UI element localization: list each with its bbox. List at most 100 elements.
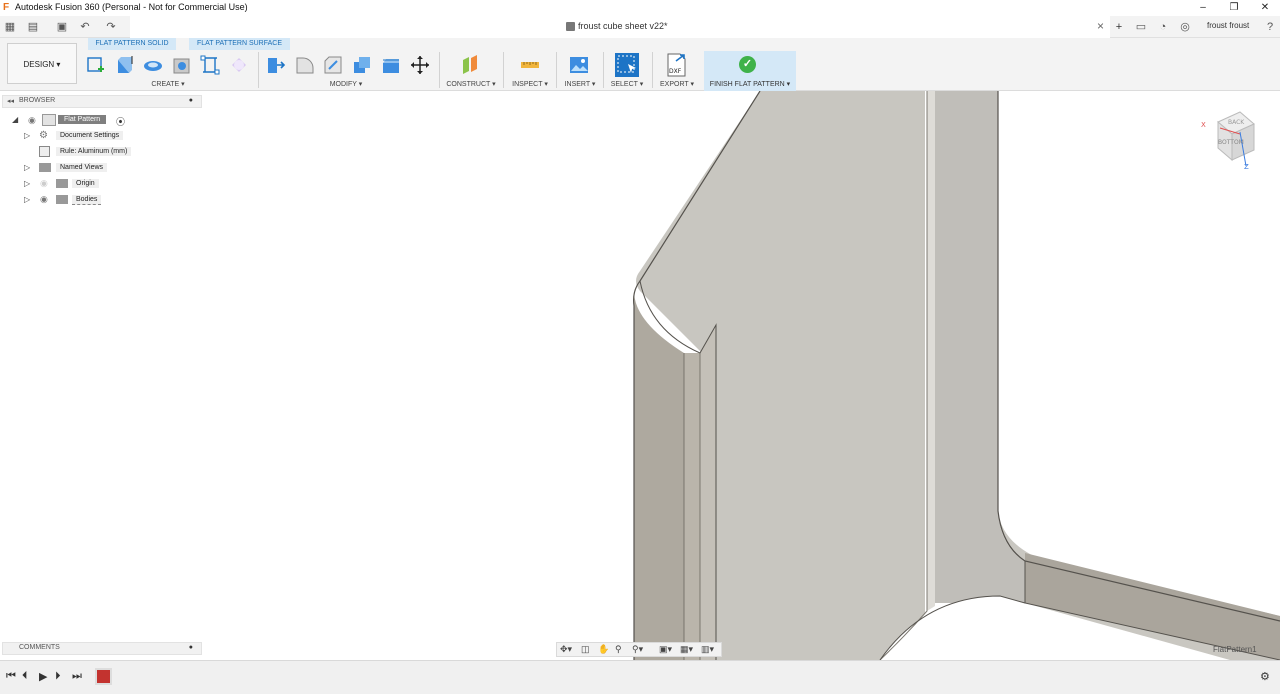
viewcube-bottom-face: BOTTOM bbox=[1218, 139, 1244, 146]
expand-triangle-icon[interactable]: ▷ bbox=[24, 180, 32, 188]
measure-icon[interactable] bbox=[520, 55, 540, 75]
insert-group-label[interactable]: INSERT ▾ bbox=[562, 80, 598, 88]
export-dxf-text: DXF bbox=[669, 68, 682, 75]
browser-item-named-views[interactable]: ▷ Named Views bbox=[10, 162, 200, 174]
hole-icon[interactable] bbox=[172, 55, 192, 75]
create-group-label[interactable]: CREATE ▾ bbox=[140, 80, 196, 88]
fillet-icon[interactable] bbox=[295, 55, 315, 75]
redo-icon[interactable]: ↷ bbox=[104, 20, 118, 34]
restore-button[interactable]: ❐ bbox=[1219, 0, 1249, 16]
window-title: Autodesk Fusion 360 (Personal - Not for … bbox=[15, 2, 248, 12]
pin-icon[interactable]: ● bbox=[189, 644, 193, 651]
minimize-button[interactable]: – bbox=[1188, 0, 1218, 16]
create-sketch-icon[interactable] bbox=[86, 55, 106, 75]
sheet-metal-rule-icon bbox=[39, 146, 50, 157]
step-back-icon[interactable]: ⏴ bbox=[22, 670, 28, 683]
expand-triangle-icon[interactable]: ▷ bbox=[24, 196, 32, 204]
document-icon bbox=[566, 22, 575, 31]
expand-triangle-icon[interactable]: ▷ bbox=[24, 164, 32, 172]
visibility-eye-icon[interactable]: ◉ bbox=[40, 178, 48, 189]
rectangular-pattern-icon[interactable] bbox=[200, 55, 220, 75]
collapse-triangle-icon[interactable]: ◢ bbox=[12, 116, 20, 124]
activate-radio-icon[interactable]: ⦿ bbox=[116, 115, 125, 128]
undo-icon[interactable]: ↶ bbox=[78, 20, 92, 34]
inspect-group-label[interactable]: INSPECT ▾ bbox=[510, 80, 550, 88]
go-to-start-icon[interactable]: ⏮ bbox=[6, 670, 16, 683]
model-viewport[interactable] bbox=[0, 91, 1280, 660]
offset-faces-icon[interactable] bbox=[381, 55, 401, 75]
pin-icon[interactable]: ● bbox=[189, 97, 193, 104]
display-settings-icon[interactable]: ▣▾ bbox=[659, 644, 672, 655]
look-at-icon[interactable]: ◫ bbox=[581, 644, 590, 655]
select-icon[interactable] bbox=[614, 52, 640, 78]
file-menu-icon[interactable]: ▤ bbox=[26, 20, 40, 34]
notifications-icon[interactable]: ▭ bbox=[1134, 20, 1148, 34]
comments-panel-header[interactable]: COMMENTS ● bbox=[2, 642, 202, 655]
help-question-icon[interactable]: ? bbox=[1263, 20, 1277, 34]
orbit-icon[interactable]: ✥▾ bbox=[560, 644, 572, 655]
modify-group-label[interactable]: MODIFY ▾ bbox=[318, 80, 374, 88]
zoom-icon[interactable]: ⚲ bbox=[615, 644, 622, 655]
combine-icon[interactable] bbox=[352, 55, 372, 75]
collapse-icon[interactable]: ◂◂ bbox=[7, 97, 14, 105]
gear-icon: ⚙ bbox=[39, 130, 48, 141]
viewports-icon[interactable]: ▥▾ bbox=[701, 644, 714, 655]
chamfer-icon[interactable] bbox=[323, 55, 343, 75]
tab-flat-pattern-solid[interactable]: FLAT PATTERN SOLID bbox=[88, 38, 176, 50]
play-icon[interactable]: ▶ bbox=[39, 670, 47, 683]
browser-header[interactable]: ◂◂ BROWSER ● bbox=[2, 95, 202, 108]
step-forward-icon[interactable]: ⏵ bbox=[55, 670, 61, 683]
component-icon bbox=[42, 114, 56, 126]
pan-icon[interactable]: ✋ bbox=[598, 644, 609, 655]
browser-item-rule[interactable]: Rule: Aluminum (mm) bbox=[10, 146, 200, 158]
browser-item-label: Flat Pattern bbox=[58, 115, 107, 124]
save-icon[interactable]: ▣ bbox=[55, 20, 69, 34]
go-to-end-icon[interactable]: ⏭ bbox=[72, 670, 82, 683]
fit-zoom-icon[interactable]: ⚲▾ bbox=[632, 644, 643, 655]
grid-settings-icon[interactable]: ▦▾ bbox=[680, 644, 693, 655]
navigation-bar: ✥▾ ◫ ✋ ⚲ ⚲▾ ▣▾ ▦▾ ▥▾ bbox=[556, 642, 722, 657]
extrude-icon[interactable] bbox=[115, 55, 135, 75]
export-dxf-icon[interactable]: DXF bbox=[666, 53, 688, 77]
close-window-button[interactable]: ✕ bbox=[1250, 0, 1280, 16]
timeline: ⏮ ⏴ ▶ ⏵ ⏭ ⚙ bbox=[0, 660, 1280, 694]
press-pull-icon[interactable] bbox=[266, 55, 286, 75]
move-copy-icon[interactable] bbox=[410, 55, 430, 75]
workspace-switcher[interactable]: DESIGN ▾ bbox=[7, 43, 77, 84]
browser-item-document-settings[interactable]: ▷ ⚙ Document Settings bbox=[10, 130, 200, 142]
insert-image-icon[interactable] bbox=[569, 55, 589, 75]
select-group-label[interactable]: SELECT ▾ bbox=[608, 80, 646, 88]
model-flange bbox=[684, 353, 700, 660]
viewcube-back-face: BACK bbox=[1228, 119, 1245, 126]
folder-icon bbox=[39, 163, 51, 172]
visibility-eye-icon[interactable]: ◉ bbox=[28, 115, 36, 126]
document-tab[interactable]: froust cube sheet v22* × bbox=[130, 16, 1110, 38]
construct-plane-icon[interactable] bbox=[460, 55, 480, 75]
browser-item-label: Origin bbox=[72, 179, 99, 188]
app-grid-icon[interactable]: ▦ bbox=[3, 20, 17, 34]
job-status-icon[interactable]: ◔ bbox=[1156, 20, 1170, 34]
separator bbox=[439, 52, 440, 88]
finish-flat-pattern-button[interactable]: ✓ FINISH FLAT PATTERN ▾ bbox=[704, 51, 796, 91]
user-name[interactable]: froust froust bbox=[1207, 21, 1249, 30]
browser-item-flat-pattern[interactable]: ◢ ◉ Flat Pattern ⦿ bbox=[10, 114, 200, 128]
browser-item-label: Named Views bbox=[56, 163, 108, 172]
new-tab-icon[interactable]: + bbox=[1112, 20, 1126, 34]
timeline-flat-pattern-item[interactable] bbox=[95, 668, 112, 685]
tab-flat-pattern-surface[interactable]: FLAT PATTERN SURFACE bbox=[189, 38, 290, 50]
export-group-label[interactable]: EXPORT ▾ bbox=[656, 80, 698, 88]
revolve-icon[interactable] bbox=[143, 55, 163, 75]
timeline-settings-icon[interactable]: ⚙ bbox=[1260, 670, 1270, 683]
help-icon[interactable]: ◎ bbox=[1178, 20, 1192, 34]
separator bbox=[503, 52, 504, 88]
component-label: FlatPattern1 bbox=[1213, 645, 1257, 654]
visibility-eye-icon[interactable]: ◉ bbox=[40, 194, 48, 205]
construct-group-label[interactable]: CONSTRUCT ▾ bbox=[444, 80, 498, 88]
expand-triangle-icon[interactable]: ▷ bbox=[24, 132, 32, 140]
browser-item-origin[interactable]: ▷ ◉ Origin bbox=[10, 178, 200, 190]
browser-item-label: Rule: Aluminum (mm) bbox=[56, 147, 132, 156]
viewcube[interactable]: BACK BOTTOM X Z bbox=[1200, 104, 1266, 170]
close-document-icon[interactable]: × bbox=[1097, 19, 1104, 33]
browser-item-bodies[interactable]: ▷ ◉ Bodies bbox=[10, 194, 200, 206]
form-icon[interactable] bbox=[229, 55, 249, 75]
